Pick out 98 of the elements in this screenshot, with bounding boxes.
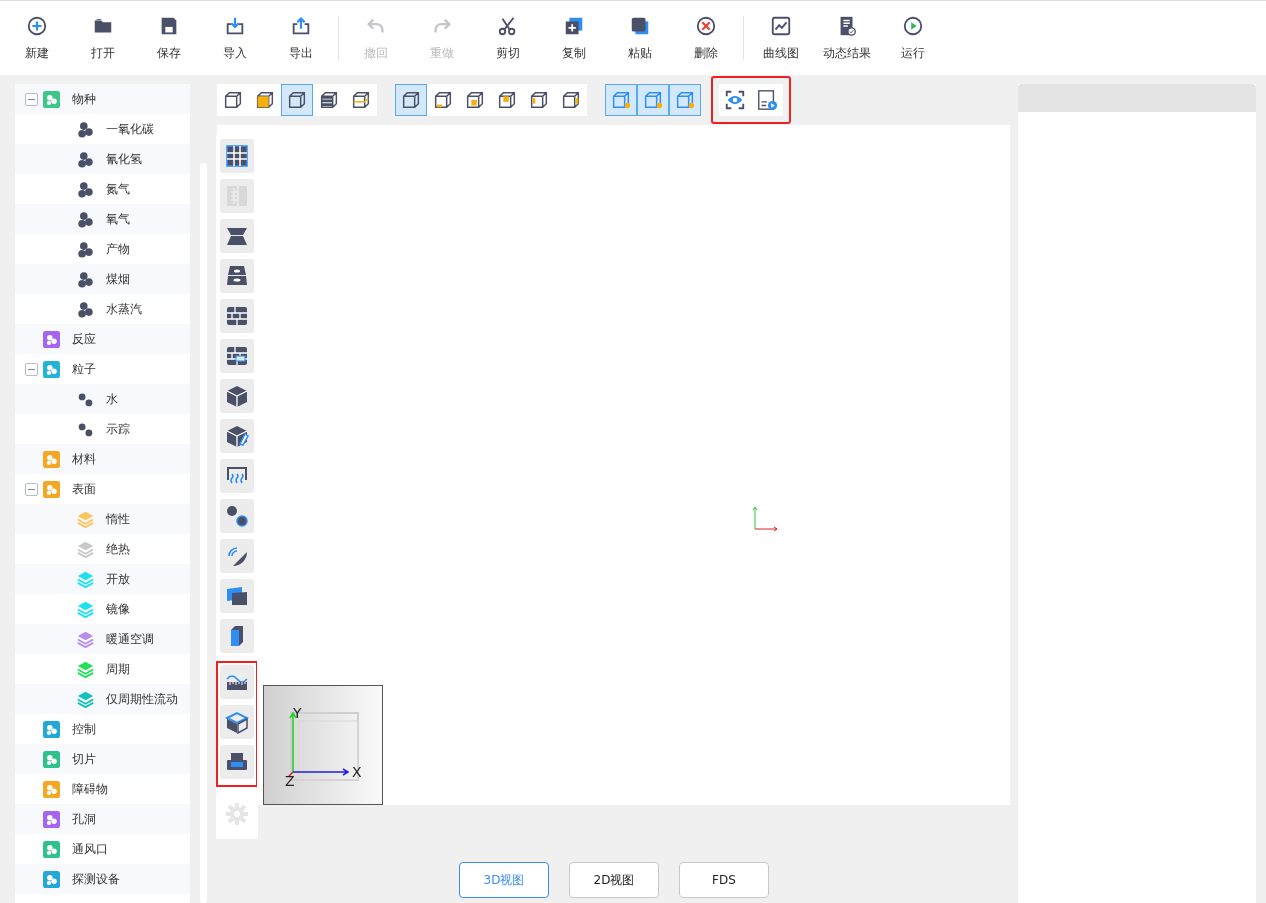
toolbar-button[interactable]: 曲线图 xyxy=(748,5,814,71)
collapse-toggle[interactable] xyxy=(25,362,38,376)
cube-icon xyxy=(610,89,632,111)
toolbar-button[interactable]: 运行 xyxy=(880,5,946,71)
cube-icon xyxy=(225,384,249,408)
axis-label: X xyxy=(352,765,362,779)
tree-item[interactable]: 表面 xyxy=(15,474,190,504)
tree-item[interactable]: 反应 xyxy=(15,324,190,354)
tree-item[interactable]: 孔洞 xyxy=(15,804,190,834)
toolbar-button[interactable]: 保存 xyxy=(136,5,202,71)
open-box-icon xyxy=(225,710,249,734)
settings-icon xyxy=(225,802,249,826)
toolbar-button[interactable]: 复制 xyxy=(541,5,607,71)
window-wall-icon xyxy=(225,344,249,368)
tree-item[interactable]: 材料 xyxy=(15,444,190,474)
tool-button[interactable] xyxy=(220,499,254,533)
toolbar-button[interactable]: 导入 xyxy=(202,5,268,71)
tree-item[interactable]: 周期 xyxy=(15,654,190,684)
toolbar-button[interactable]: 打开 xyxy=(70,5,136,71)
tree-item[interactable]: 产物 xyxy=(15,234,190,264)
collapse-toggle[interactable] xyxy=(25,92,38,106)
view-tab[interactable]: 3D视图 xyxy=(459,862,549,898)
tool-button[interactable] xyxy=(220,665,254,699)
tree-item[interactable]: 水 xyxy=(15,384,190,414)
tool-button[interactable] xyxy=(220,299,254,333)
tool-button[interactable] xyxy=(220,459,254,493)
cube-icon xyxy=(528,89,550,111)
play-icon xyxy=(902,14,924,37)
cube-icon xyxy=(286,89,308,111)
delete-icon xyxy=(695,14,717,37)
tree-item[interactable]: 水蒸汽 xyxy=(15,294,190,324)
cube-icon xyxy=(496,89,518,111)
tree-item[interactable]: 障碍物 xyxy=(15,774,190,804)
grid-icon xyxy=(225,144,249,168)
cube-icon xyxy=(400,89,422,111)
tree-item[interactable]: 粒子 xyxy=(15,354,190,384)
tree-item[interactable]: 惰性 xyxy=(15,504,190,534)
toolbar-button[interactable]: 剪切 xyxy=(475,5,541,71)
panel-icon xyxy=(225,584,249,608)
tool-button[interactable] xyxy=(220,419,254,453)
tree-item[interactable]: 氮气 xyxy=(15,174,190,204)
cube-vent-icon xyxy=(225,424,249,448)
tree-item[interactable]: 探测设备 xyxy=(15,864,190,894)
tree-item[interactable]: 示踪 xyxy=(15,414,190,444)
cube-icon xyxy=(222,89,244,111)
cube-icon xyxy=(350,89,372,111)
tool-button[interactable] xyxy=(220,259,254,293)
tool-button[interactable] xyxy=(220,745,254,779)
tree-item[interactable]: 控制 xyxy=(15,714,190,744)
axis-label: Z xyxy=(285,774,295,788)
toolbar-button[interactable]: 删除 xyxy=(673,5,739,71)
tree-item[interactable]: 物种 xyxy=(15,84,190,114)
document-play-icon xyxy=(756,89,778,111)
eye-icon xyxy=(724,89,746,111)
toolbar-button[interactable]: 粘贴 xyxy=(607,5,673,71)
tree-item[interactable]: 切片 xyxy=(15,744,190,774)
hole-plate-icon xyxy=(225,264,249,288)
tool-button[interactable] xyxy=(220,219,254,253)
tool-button[interactable] xyxy=(220,705,254,739)
tree-item[interactable]: 镜像 xyxy=(15,594,190,624)
cube-icon xyxy=(560,89,582,111)
tree-item[interactable]: 氰化氢 xyxy=(15,144,190,174)
dish-icon xyxy=(225,544,249,568)
tool-button[interactable] xyxy=(220,539,254,573)
tool-button[interactable] xyxy=(220,579,254,613)
view-mode-button[interactable] xyxy=(281,84,313,116)
tree-item[interactable]: 暖通空调 xyxy=(15,624,190,654)
tree-item[interactable]: 氧气 xyxy=(15,204,190,234)
toolbar-button[interactable]: 新建 xyxy=(4,5,70,71)
tool-button[interactable] xyxy=(220,139,254,173)
3d-viewport[interactable]: X Y Z xyxy=(257,125,1010,805)
tool-button[interactable] xyxy=(220,379,254,413)
axis-label: Y xyxy=(293,706,302,720)
add-icon xyxy=(26,14,48,37)
tree-item[interactable]: 绝热 xyxy=(15,534,190,564)
particles-icon xyxy=(225,504,249,528)
navigation-cube[interactable]: X Y Z xyxy=(263,685,383,805)
cube-icon xyxy=(674,89,696,111)
view-tab[interactable]: 2D视图 xyxy=(569,862,659,898)
cube-icon xyxy=(464,89,486,111)
tree-item[interactable]: 仅周期性流动 xyxy=(15,684,190,714)
cube-icon xyxy=(642,89,664,111)
toolbar-button[interactable]: 导出 xyxy=(268,5,334,71)
toolbar-button[interactable]: 动态结果 xyxy=(814,5,880,71)
tool-button[interactable] xyxy=(220,339,254,373)
collapse-toggle[interactable] xyxy=(25,482,38,496)
tree-item[interactable]: 一氧化碳 xyxy=(15,114,190,144)
cube-icon xyxy=(254,89,276,111)
tree-item[interactable]: 开放 xyxy=(15,564,190,594)
wall-icon xyxy=(225,304,249,328)
tree-item[interactable]: 通风口 xyxy=(15,834,190,864)
cube-icon xyxy=(432,89,454,111)
cube-icon xyxy=(318,89,340,111)
view-mode-button[interactable] xyxy=(395,84,427,116)
tool-button[interactable] xyxy=(220,619,254,653)
tree-item[interactable]: 煤烟 xyxy=(15,264,190,294)
view-tab[interactable]: FDS xyxy=(679,862,769,898)
line-chart-icon xyxy=(770,14,792,37)
